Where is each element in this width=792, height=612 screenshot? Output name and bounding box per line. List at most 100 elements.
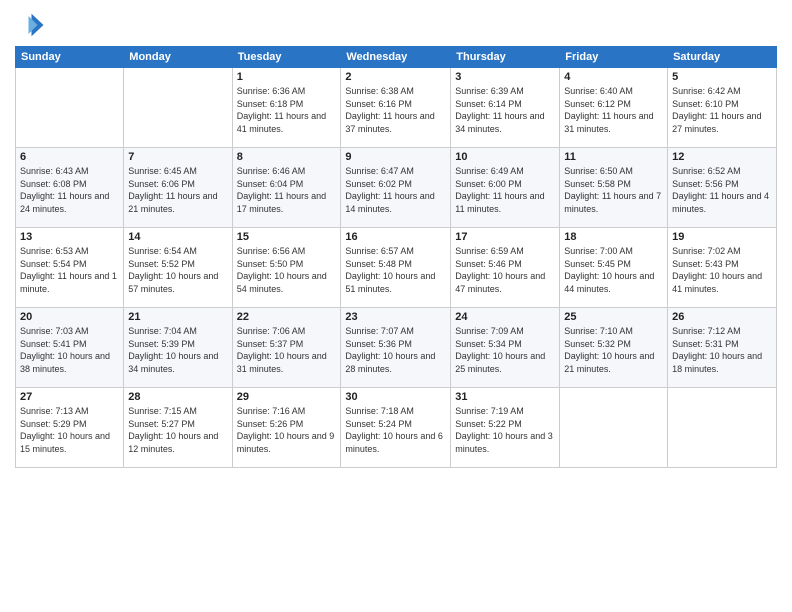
day-info: Sunrise: 7:13 AM Sunset: 5:29 PM Dayligh… xyxy=(20,405,119,455)
day-number: 8 xyxy=(237,151,337,163)
day-info: Sunrise: 6:45 AM Sunset: 6:06 PM Dayligh… xyxy=(128,165,227,215)
day-info: Sunrise: 7:10 AM Sunset: 5:32 PM Dayligh… xyxy=(564,325,663,375)
calendar-cell: 14 Sunrise: 6:54 AM Sunset: 5:52 PM Dayli… xyxy=(124,228,232,308)
day-info: Sunrise: 6:47 AM Sunset: 6:02 PM Dayligh… xyxy=(345,165,446,215)
day-number: 10 xyxy=(455,151,555,163)
day-info: Sunrise: 6:54 AM Sunset: 5:52 PM Dayligh… xyxy=(128,245,227,295)
calendar-cell: 12Sunrise: 6:52 AM Sunset: 5:56 PM Dayli… xyxy=(668,148,777,228)
day-number: 20 xyxy=(20,311,119,323)
day-number: 27 xyxy=(20,391,119,403)
day-number: 6 xyxy=(20,151,119,163)
page: SundayMondayTuesdayWednesdayThursdayFrid… xyxy=(0,0,792,612)
day-info: Sunrise: 7:04 AM Sunset: 5:39 PM Dayligh… xyxy=(128,325,227,375)
day-number: 29 xyxy=(237,391,337,403)
day-number: 17 xyxy=(455,231,555,243)
day-number: 5 xyxy=(672,71,772,83)
calendar-cell: 29 Sunrise: 7:16 AM Sunset: 5:26 PM Dayli… xyxy=(232,388,341,468)
calendar-cell: 22 Sunrise: 7:06 AM Sunset: 5:37 PM Dayli… xyxy=(232,308,341,388)
logo-icon xyxy=(15,10,45,40)
calendar-week-row: 20 Sunrise: 7:03 AM Sunset: 5:41 PM Dayli… xyxy=(16,308,777,388)
day-info: Sunrise: 7:09 AM Sunset: 5:34 PM Dayligh… xyxy=(455,325,555,375)
day-info: Sunrise: 6:46 AM Sunset: 6:04 PM Dayligh… xyxy=(237,165,337,215)
day-number: 24 xyxy=(455,311,555,323)
calendar-cell: 3Sunrise: 6:39 AM Sunset: 6:14 PM Daylig… xyxy=(451,68,560,148)
day-number: 1 xyxy=(237,71,337,83)
day-number: 31 xyxy=(455,391,555,403)
day-info: Sunrise: 7:16 AM Sunset: 5:26 PM Dayligh… xyxy=(237,405,337,455)
calendar-cell: 17 Sunrise: 6:59 AM Sunset: 5:46 PM Dayli… xyxy=(451,228,560,308)
calendar-cell: 2 Sunrise: 6:38 AM Sunset: 6:16 PM Daylig… xyxy=(341,68,451,148)
calendar-cell: 8 Sunrise: 6:46 AM Sunset: 6:04 PM Daylig… xyxy=(232,148,341,228)
day-info: Sunrise: 7:18 AM Sunset: 5:24 PM Dayligh… xyxy=(345,405,446,455)
calendar-cell: 21 Sunrise: 7:04 AM Sunset: 5:39 PM Dayli… xyxy=(124,308,232,388)
day-info: Sunrise: 7:00 AM Sunset: 5:45 PM Dayligh… xyxy=(564,245,663,295)
day-info: Sunrise: 6:43 AM Sunset: 6:08 PM Dayligh… xyxy=(20,165,119,215)
calendar-cell: 15 Sunrise: 6:56 AM Sunset: 5:50 PM Dayli… xyxy=(232,228,341,308)
day-info: Sunrise: 7:15 AM Sunset: 5:27 PM Dayligh… xyxy=(128,405,227,455)
day-number: 25 xyxy=(564,311,663,323)
calendar-cell: 10 Sunrise: 6:49 AM Sunset: 6:00 PM Dayli… xyxy=(451,148,560,228)
day-number: 15 xyxy=(237,231,337,243)
day-number: 23 xyxy=(345,311,446,323)
calendar-cell xyxy=(668,388,777,468)
calendar-week-row: 6 Sunrise: 6:43 AM Sunset: 6:08 PM Daylig… xyxy=(16,148,777,228)
calendar-cell: 7 Sunrise: 6:45 AM Sunset: 6:06 PM Daylig… xyxy=(124,148,232,228)
day-info: Sunrise: 7:03 AM Sunset: 5:41 PM Dayligh… xyxy=(20,325,119,375)
day-number: 3 xyxy=(455,71,555,83)
calendar-cell: 16 Sunrise: 6:57 AM Sunset: 5:48 PM Dayli… xyxy=(341,228,451,308)
day-info: Sunrise: 6:53 AM Sunset: 5:54 PM Dayligh… xyxy=(20,245,119,295)
day-number: 13 xyxy=(20,231,119,243)
day-info: Sunrise: 6:40 AM Sunset: 6:12 PM Dayligh… xyxy=(564,85,663,135)
calendar-cell xyxy=(16,68,124,148)
day-info: Sunrise: 7:07 AM Sunset: 5:36 PM Dayligh… xyxy=(345,325,446,375)
day-number: 12 xyxy=(672,151,772,163)
day-number: 2 xyxy=(345,71,446,83)
calendar-cell: 11Sunrise: 6:50 AM Sunset: 5:58 PM Dayli… xyxy=(560,148,668,228)
day-info: Sunrise: 7:02 AM Sunset: 5:43 PM Dayligh… xyxy=(672,245,772,295)
header xyxy=(15,10,777,40)
day-info: Sunrise: 6:57 AM Sunset: 5:48 PM Dayligh… xyxy=(345,245,446,295)
weekday-header: Saturday xyxy=(668,47,777,68)
day-number: 9 xyxy=(345,151,446,163)
calendar-cell: 20 Sunrise: 7:03 AM Sunset: 5:41 PM Dayli… xyxy=(16,308,124,388)
weekday-header: Sunday xyxy=(16,47,124,68)
calendar-cell: 30Sunrise: 7:18 AM Sunset: 5:24 PM Dayli… xyxy=(341,388,451,468)
weekday-header: Friday xyxy=(560,47,668,68)
day-info: Sunrise: 6:49 AM Sunset: 6:00 PM Dayligh… xyxy=(455,165,555,215)
day-info: Sunrise: 6:56 AM Sunset: 5:50 PM Dayligh… xyxy=(237,245,337,295)
calendar-cell: 27 Sunrise: 7:13 AM Sunset: 5:29 PM Dayli… xyxy=(16,388,124,468)
day-info: Sunrise: 7:06 AM Sunset: 5:37 PM Dayligh… xyxy=(237,325,337,375)
calendar-cell xyxy=(560,388,668,468)
calendar-cell: 13 Sunrise: 6:53 AM Sunset: 5:54 PM Dayli… xyxy=(16,228,124,308)
weekday-header: Thursday xyxy=(451,47,560,68)
day-number: 22 xyxy=(237,311,337,323)
day-info: Sunrise: 6:38 AM Sunset: 6:16 PM Dayligh… xyxy=(345,85,446,135)
weekday-header: Wednesday xyxy=(341,47,451,68)
calendar-week-row: 1Sunrise: 6:36 AM Sunset: 6:18 PM Daylig… xyxy=(16,68,777,148)
day-number: 28 xyxy=(128,391,227,403)
weekday-header: Tuesday xyxy=(232,47,341,68)
day-number: 16 xyxy=(345,231,446,243)
day-number: 18 xyxy=(564,231,663,243)
day-info: Sunrise: 6:59 AM Sunset: 5:46 PM Dayligh… xyxy=(455,245,555,295)
calendar-cell: 31 Sunrise: 7:19 AM Sunset: 5:22 PM Dayli… xyxy=(451,388,560,468)
calendar-table: SundayMondayTuesdayWednesdayThursdayFrid… xyxy=(15,46,777,468)
logo xyxy=(15,10,51,40)
day-number: 19 xyxy=(672,231,772,243)
day-number: 26 xyxy=(672,311,772,323)
calendar-cell: 26Sunrise: 7:12 AM Sunset: 5:31 PM Dayli… xyxy=(668,308,777,388)
day-info: Sunrise: 7:19 AM Sunset: 5:22 PM Dayligh… xyxy=(455,405,555,455)
calendar-cell: 9 Sunrise: 6:47 AM Sunset: 6:02 PM Daylig… xyxy=(341,148,451,228)
calendar-cell xyxy=(124,68,232,148)
calendar-cell: 6 Sunrise: 6:43 AM Sunset: 6:08 PM Daylig… xyxy=(16,148,124,228)
day-number: 14 xyxy=(128,231,227,243)
day-number: 7 xyxy=(128,151,227,163)
calendar-cell: 19 Sunrise: 7:02 AM Sunset: 5:43 PM Dayli… xyxy=(668,228,777,308)
calendar-week-row: 13 Sunrise: 6:53 AM Sunset: 5:54 PM Dayli… xyxy=(16,228,777,308)
calendar-cell: 1Sunrise: 6:36 AM Sunset: 6:18 PM Daylig… xyxy=(232,68,341,148)
weekday-header: Monday xyxy=(124,47,232,68)
calendar-cell: 23 Sunrise: 7:07 AM Sunset: 5:36 PM Dayli… xyxy=(341,308,451,388)
day-number: 21 xyxy=(128,311,227,323)
day-number: 11 xyxy=(564,151,663,163)
calendar-header-row: SundayMondayTuesdayWednesdayThursdayFrid… xyxy=(16,47,777,68)
